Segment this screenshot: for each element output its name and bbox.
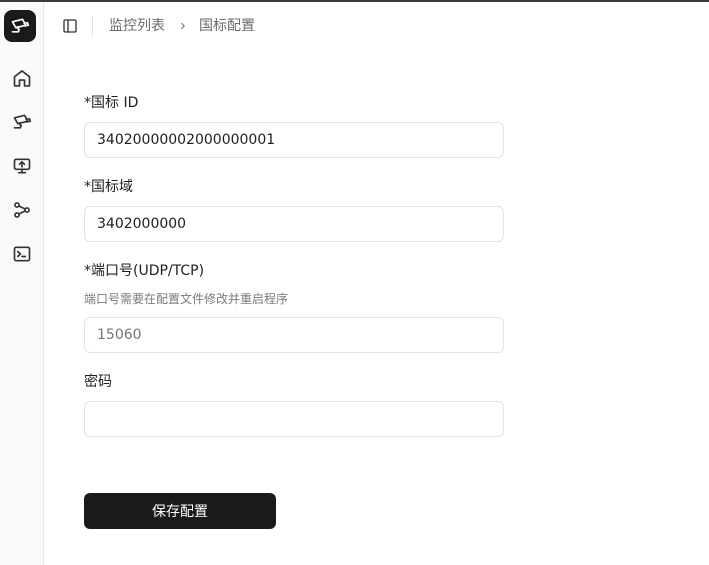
breadcrumb-item-current: 国标配置 bbox=[199, 18, 255, 34]
password-label: 密码 bbox=[84, 374, 112, 390]
network-icon bbox=[14, 202, 30, 218]
port-hint: 端口号需要在配置文件修改并重启程序 bbox=[84, 292, 289, 306]
monitor-icon bbox=[13, 158, 31, 174]
gb-id-label: *国标 ID bbox=[84, 95, 139, 111]
password-input[interactable] bbox=[84, 401, 504, 437]
home-icon bbox=[13, 70, 31, 87]
sidebar bbox=[0, 2, 44, 565]
header: 监控列表 国标配置 bbox=[44, 2, 709, 50]
sidebar-toggle-button[interactable] bbox=[60, 16, 80, 36]
gb-domain-input[interactable] bbox=[84, 206, 504, 242]
port-input[interactable] bbox=[84, 317, 504, 353]
camera-icon bbox=[11, 18, 30, 33]
gb-id-input[interactable] bbox=[84, 122, 504, 158]
port-label: *端口号(UDP/TCP) bbox=[84, 263, 205, 279]
camera-icon bbox=[13, 114, 32, 129]
header-divider bbox=[92, 16, 93, 36]
breadcrumb-item-monitor-list[interactable]: 监控列表 bbox=[109, 16, 165, 36]
chevron-right-icon bbox=[177, 16, 189, 36]
app-logo[interactable] bbox=[4, 10, 36, 42]
sidebar-item-cameras[interactable] bbox=[10, 110, 34, 134]
sidebar-toggle-icon bbox=[63, 19, 77, 33]
terminal-icon bbox=[13, 246, 31, 262]
gb-domain-label: *国标域 bbox=[84, 179, 133, 195]
save-config-button[interactable]: 保存配置 bbox=[84, 493, 276, 529]
sidebar-item-home[interactable] bbox=[10, 66, 34, 90]
sidebar-item-network[interactable] bbox=[10, 198, 34, 222]
sidebar-item-screen[interactable] bbox=[10, 154, 34, 178]
sidebar-item-terminal[interactable] bbox=[10, 242, 34, 266]
